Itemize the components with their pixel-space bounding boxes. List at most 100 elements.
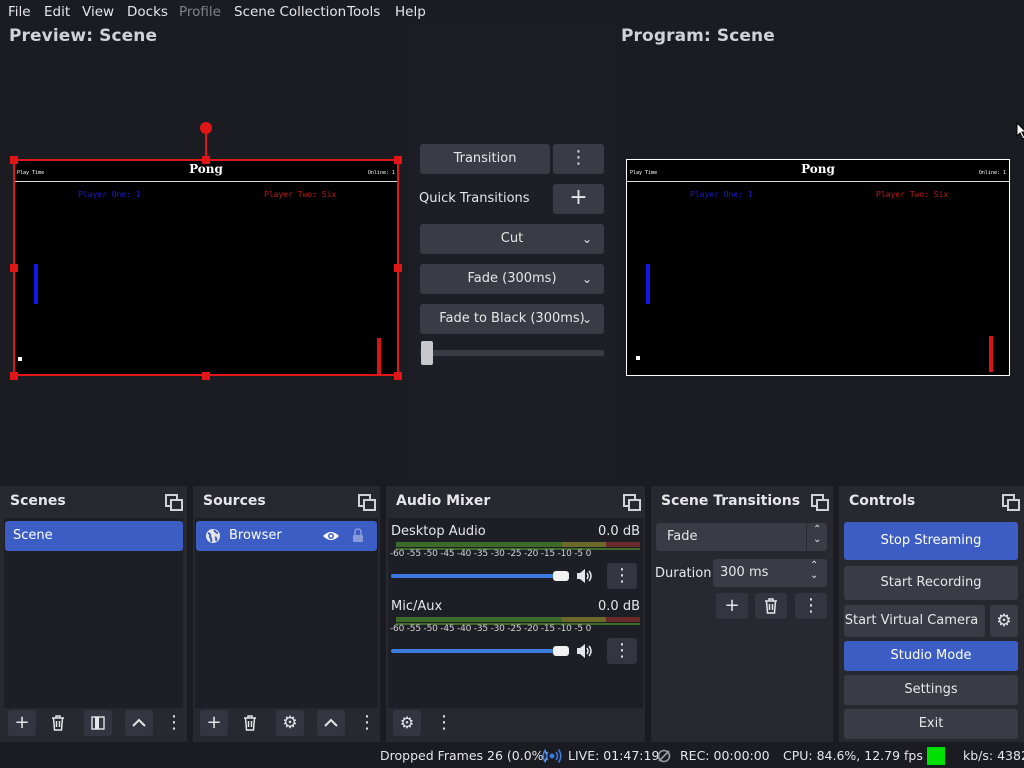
live-time: LIVE: 01:47:19 [568,748,660,763]
selection-box[interactable] [13,159,399,376]
menu-view[interactable]: View [82,4,114,20]
menu-tools[interactable]: Tools [347,4,380,20]
menu-bar: File Edit View Docks Profile Scene Colle… [0,0,1024,24]
program-title: Program: Scene [621,26,775,46]
more-vertical-icon: ⋮ [802,595,820,616]
add-scene-button[interactable]: + [8,710,36,736]
add-transition-button[interactable]: + [716,593,748,619]
meter-scale: -60 -55 -50 -45 -40 -35 -30 -25 -20 -15 … [390,549,592,559]
more-vertical-icon: ⋮ [569,147,588,168]
sources-more-button[interactable]: ⋮ [357,710,377,736]
scene-transitions-dock: Scene Transitions Fade ⌃ ⌄ Duration 300 m… [651,486,833,742]
resize-handle-r[interactable] [394,264,402,272]
menu-docks[interactable]: Docks [127,4,168,20]
volume-slider-knob[interactable] [553,646,569,656]
menu-file[interactable]: File [8,4,31,20]
resize-handle-tl[interactable] [10,156,18,164]
speaker-icon[interactable] [576,568,594,584]
more-vertical-icon: ⋮ [165,712,183,733]
volume-slider[interactable] [391,574,567,578]
undock-icon[interactable] [811,494,829,511]
trash-icon [765,598,777,614]
resize-handle-t[interactable] [202,156,210,164]
scene-filters-button[interactable] [84,710,112,736]
transition-properties-button[interactable]: ⋮ [795,593,827,619]
stream-health-indicator [927,747,945,765]
settings-button[interactable]: Settings [844,675,1018,705]
add-source-button[interactable]: + [200,710,228,736]
controls-title: Controls [849,493,916,509]
play-time-label: Play Time [630,170,658,176]
undock-icon[interactable] [165,494,183,511]
quick-transition-fade-black[interactable]: Fade to Black (300ms) ⌄ [420,304,604,334]
transition-more-button[interactable]: ⋮ [553,144,604,174]
plus-icon: + [569,185,588,210]
transition-button[interactable]: Transition [420,144,550,174]
audio-mixer-more-button[interactable]: ⋮ [434,710,454,736]
scene-transitions-title: Scene Transitions [661,493,801,509]
menu-profile[interactable]: Profile [179,4,221,20]
move-source-up-button[interactable] [317,710,345,736]
source-properties-button[interactable]: ⚙ [276,710,304,736]
exit-button[interactable]: Exit [844,709,1018,739]
quick-transition-cut[interactable]: Cut ⌄ [420,224,604,254]
eye-icon[interactable] [322,530,340,542]
channel-more-button[interactable]: ⋮ [607,638,637,664]
resize-handle-b[interactable] [202,372,210,380]
plus-icon: + [14,712,30,733]
audio-advanced-button[interactable]: ⚙ [393,710,421,736]
scenes-header: Scenes [0,486,187,516]
channel-more-button[interactable]: ⋮ [607,563,637,589]
duration-value: 300 ms [720,565,769,580]
more-vertical-icon: ⋮ [613,640,631,661]
virtual-camera-settings-button[interactable]: ⚙ [990,605,1018,637]
scenes-more-button[interactable]: ⋮ [164,710,184,736]
stop-streaming-button[interactable]: Stop Streaming [844,522,1018,560]
t-bar-handle[interactable] [421,341,433,365]
source-item[interactable]: Browser [196,521,377,551]
chevron-up-icon [132,718,146,727]
menu-help[interactable]: Help [395,4,426,20]
undock-icon[interactable] [358,494,376,511]
duration-spinbox[interactable]: 300 ms ⌃ ⌄ [713,559,827,587]
volume-slider-knob[interactable] [553,571,569,581]
spin-arrows-icon[interactable]: ⌃ ⌄ [810,561,818,581]
mouse-cursor-icon [1016,122,1024,140]
more-vertical-icon: ⋮ [613,565,631,586]
trash-icon [52,715,64,731]
menu-scene-collection[interactable]: Scene Collection [234,4,346,20]
plus-icon: + [206,712,222,733]
menu-edit[interactable]: Edit [44,4,70,20]
resize-handle-bl[interactable] [10,372,18,380]
rotation-handle[interactable] [200,122,212,134]
start-virtual-camera-button[interactable]: Start Virtual Camera [844,605,985,637]
undock-icon[interactable] [1002,494,1020,511]
volume-slider[interactable] [391,649,567,653]
move-scene-up-button[interactable] [125,710,153,736]
add-quick-transition-button[interactable]: + [553,184,604,214]
preview-title: Preview: Scene [9,26,158,46]
resize-handle-tr[interactable] [394,156,402,164]
remove-scene-button[interactable] [44,710,72,736]
t-bar-track[interactable] [420,350,604,356]
scene-item[interactable]: Scene [5,521,183,551]
resize-handle-br[interactable] [394,372,402,380]
meter-scale: -60 -55 -50 -45 -40 -35 -30 -25 -20 -15 … [390,624,592,634]
quick-transitions-label: Quick Transitions [419,191,530,206]
chevron-down-icon: ⌄ [581,232,592,246]
program-canvas: Pong Play Time Online: 1 Player One: 1 P… [627,160,1009,375]
source-item-label: Browser [229,528,282,543]
remove-transition-button[interactable] [755,593,787,619]
gear-icon: ⚙ [282,713,298,733]
quick-transition-fade[interactable]: Fade (300ms) ⌄ [420,264,604,294]
speaker-icon[interactable] [576,643,594,659]
studio-mode-button[interactable]: Studio Mode [844,641,1018,671]
start-recording-button[interactable]: Start Recording [844,566,1018,600]
gears-icon: ⚙ [399,713,415,732]
undock-icon[interactable] [623,494,641,511]
lock-icon[interactable] [352,528,364,543]
resize-handle-l[interactable] [10,264,18,272]
transition-select[interactable]: Fade ⌃ ⌄ [656,523,827,551]
scenes-title: Scenes [10,493,66,509]
remove-source-button[interactable] [236,710,264,736]
